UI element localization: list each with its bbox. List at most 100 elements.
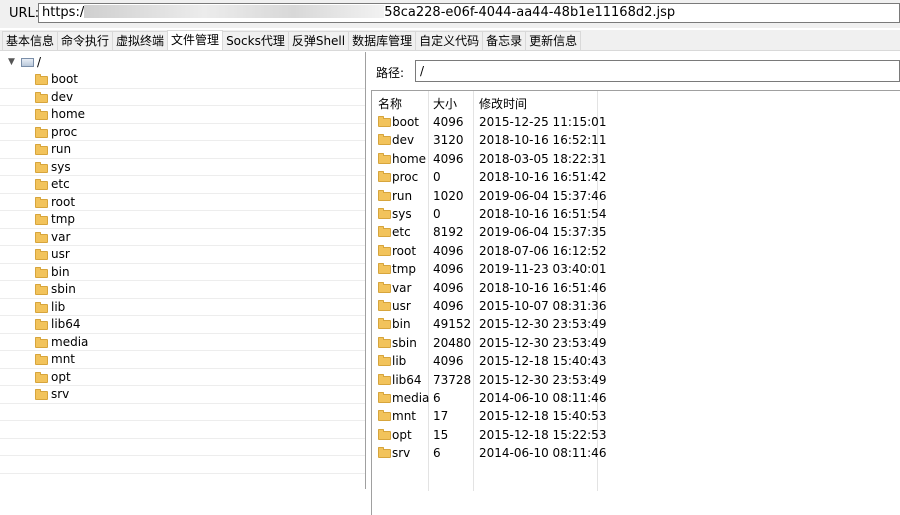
tree-item-var[interactable]: var [0,229,365,246]
folder-icon [35,266,48,278]
cell-name: root [392,243,417,258]
tree-item-opt[interactable]: opt [0,369,365,386]
tree-item-sbin[interactable]: sbin [0,281,365,299]
table-row[interactable]: var 4096 2018-10-16 16:51:46 [372,279,900,297]
folder-icon [35,301,48,313]
header-modified-time[interactable]: 修改时间 [479,95,527,112]
tab-2[interactable]: 虚拟终端 [112,31,169,50]
tree-item-run[interactable]: run [0,141,365,159]
cell-modified-time: 2015-12-30 23:53:49 [479,317,607,332]
folder-icon [378,447,391,459]
table-row[interactable]: media 6 2014-06-10 08:11:46 [372,389,900,407]
folder-icon [378,281,391,293]
cell-name: media [392,391,430,405]
folder-icon [378,336,391,348]
table-row[interactable]: run 1020 2019-06-04 15:37:46 [372,187,900,205]
tree-item-tmp[interactable]: tmp [0,211,365,229]
folder-icon [378,189,391,201]
tree-item-mnt[interactable]: mnt [0,351,365,369]
folder-icon [378,152,391,164]
cell-modified-time: 2018-03-05 18:22:31 [479,151,607,166]
tree-item-media[interactable]: media [0,334,365,351]
table-row[interactable]: home 4096 2018-03-05 18:22:31 [372,150,900,168]
cell-size: 0 [433,207,441,221]
folder-icon [35,214,48,225]
table-row[interactable]: boot 4096 2015-12-25 11:15:01 [372,113,900,131]
folder-icon [378,410,391,422]
cell-modified-time: 2019-06-04 15:37:35 [479,225,607,240]
folder-icon [35,284,48,295]
folder-icon [35,91,48,103]
cell-modified-time: 2015-12-18 15:40:53 [479,409,607,424]
url-label: URL: [9,6,40,21]
tree-item-label: root [51,194,76,209]
path-label: 路径: [376,66,405,80]
tree-item-etc[interactable]: etc [0,176,365,194]
tree-item-usr[interactable]: usr [0,246,365,264]
tab-6[interactable]: 数据库管理 [348,31,417,50]
folder-icon [378,318,391,330]
cell-size: 15 [433,427,449,442]
tree-item-lib[interactable]: lib [0,299,365,316]
folder-icon [378,263,391,275]
folder-icon [35,179,48,190]
tree-item-dev[interactable]: dev [0,89,365,106]
header-name[interactable]: 名称 [378,95,402,112]
table-row[interactable]: usr 4096 2015-10-07 08:31:36 [372,297,900,315]
folder-icon [35,231,48,243]
folder-icon [378,244,391,256]
table-row[interactable]: lib 4096 2015-12-18 15:40:43 [372,352,900,370]
tree-item-label: lib [51,299,66,314]
table-row[interactable]: tmp 4096 2019-11-23 03:40:01 [372,260,900,278]
tree-item-boot[interactable]: boot [0,71,365,89]
tree-item-proc[interactable]: proc [0,124,365,141]
path-input[interactable]: / [415,60,900,82]
tree-item-sys[interactable]: sys [0,159,365,176]
cell-modified-time: 2015-12-30 23:53:49 [479,335,607,350]
directory-tree[interactable]: ▼ / boot dev home proc run sys etc root tmp var us… [0,52,366,489]
tab-7[interactable]: 自定义代码 [415,31,484,50]
folder-icon [35,336,48,348]
header-size[interactable]: 大小 [433,95,457,112]
table-row[interactable]: root 4096 2018-07-06 16:12:52 [372,242,900,260]
url-redacted-blur [84,5,385,18]
table-row[interactable]: mnt 17 2015-12-18 15:40:53 [372,407,900,425]
tab-8[interactable]: 备忘录 [482,31,527,50]
table-row[interactable]: sbin 20480 2015-12-30 23:53:49 [372,334,900,352]
table-row[interactable]: dev 3120 2018-10-16 16:52:11 [372,131,900,149]
tree-item-label: dev [51,89,74,104]
tree-item-srv[interactable]: srv [0,386,365,404]
cell-size: 4096 [433,280,464,295]
tab-0[interactable]: 基本信息 [2,31,59,50]
collapse-icon[interactable]: ▼ [8,54,15,71]
table-row[interactable]: sys 0 2018-10-16 16:51:54 [372,205,900,223]
table-row[interactable]: srv 6 2014-06-10 08:11:46 [372,444,900,462]
cell-size: 4096 [433,262,464,277]
url-input[interactable]: https:/ 58ca228-e06f-4044-aa44-48b1e11168… [38,3,900,23]
tab-3[interactable]: 文件管理 [167,30,224,50]
cell-name: opt [392,427,412,442]
table-row[interactable]: proc 0 2018-10-16 16:51:42 [372,168,900,186]
cell-name: lib [392,354,407,369]
drive-icon [21,58,34,67]
table-row[interactable]: lib64 73728 2015-12-30 23:53:49 [372,371,900,389]
folder-icon [378,134,391,146]
tree-item-label: run [51,142,72,156]
tree-item-label: tmp [51,212,76,226]
tree-item-bin[interactable]: bin [0,264,365,281]
tree-item-lib64[interactable]: lib64 [0,316,365,334]
tree-item-home[interactable]: home [0,106,365,124]
tab-9[interactable]: 更新信息 [525,31,582,50]
table-row[interactable]: etc 8192 2019-06-04 15:37:35 [372,223,900,241]
tree-item-root[interactable]: root [0,194,365,211]
folder-icon [35,354,48,365]
table-row[interactable]: bin 49152 2015-12-30 23:53:49 [372,315,900,333]
cell-modified-time: 2018-07-06 16:12:52 [479,243,607,258]
cell-name: etc [392,225,411,240]
tab-1[interactable]: 命令执行 [57,31,114,50]
tab-4[interactable]: Socks代理 [222,31,289,50]
tree-item-label: var [51,229,71,244]
folder-icon [35,389,48,400]
table-row[interactable]: opt 15 2015-12-18 15:22:53 [372,426,900,444]
tab-5[interactable]: 反弹Shell [287,31,350,50]
